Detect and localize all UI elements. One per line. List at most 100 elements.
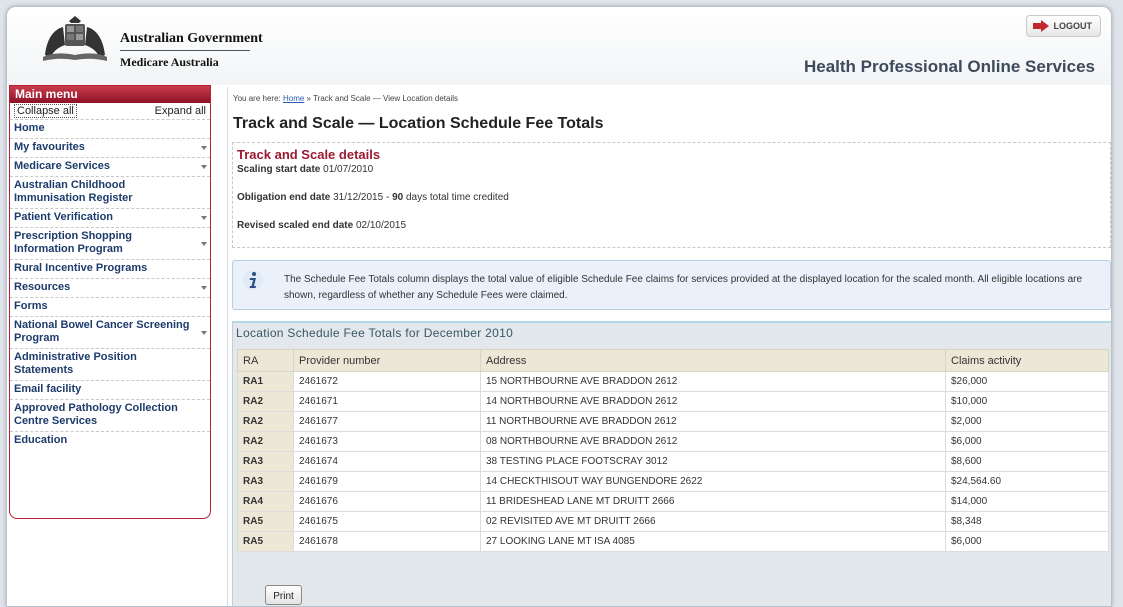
cell-provider-number: 2461677 bbox=[293, 411, 481, 432]
menu-item-label: National Bowel Cancer Screening Program bbox=[14, 319, 190, 344]
info-text: The Schedule Fee Totals column displays … bbox=[284, 274, 1083, 301]
menu-item-my-favourites[interactable]: My favourites bbox=[10, 139, 210, 158]
obligation-end-value: 31/12/2015 - bbox=[333, 192, 390, 203]
cell-ra: RA2 bbox=[237, 411, 294, 432]
credited-days: 90 bbox=[392, 192, 404, 203]
cell-claims-activity: $6,000 bbox=[945, 531, 1109, 552]
chevron-down-icon bbox=[201, 330, 207, 335]
credited-days-suffix: days total time credited bbox=[405, 192, 509, 203]
menu-item-acir[interactable]: Australian Childhood Immunisation Regist… bbox=[10, 177, 210, 209]
cell-address: 02 REVISITED AVE MT DRUITT 2666 bbox=[480, 511, 946, 532]
chevron-down-icon bbox=[201, 241, 207, 246]
totals-title: Location Schedule Fee Totals for Decembe… bbox=[236, 326, 514, 340]
coat-of-arms-logo bbox=[43, 16, 107, 61]
menu-item-prescription-shopping[interactable]: Prescription Shopping Information Progra… bbox=[10, 228, 210, 260]
menu-expand-controls: Collapse all Expand all bbox=[10, 103, 210, 120]
government-name: Australian Government bbox=[120, 31, 263, 46]
obligation-end-date: Obligation end date 31/12/2015 - 90 days… bbox=[237, 192, 509, 203]
menu-item-label: Forms bbox=[14, 300, 48, 312]
cell-provider-number: 2461672 bbox=[293, 371, 481, 392]
menu-item-education[interactable]: Education bbox=[10, 432, 210, 450]
cell-address: 14 NORTHBOURNE AVE BRADDON 2612 bbox=[480, 391, 946, 412]
menu-item-label: Patient Verification bbox=[14, 211, 114, 223]
cell-address: 38 TESTING PLACE FOOTSCRAY 3012 bbox=[480, 451, 946, 472]
cell-address: 11 BRIDESHEAD LANE MT DRUITT 2666 bbox=[480, 491, 946, 512]
browser-page-frame: Australian Government Medicare Australia… bbox=[6, 6, 1112, 607]
menu-item-label: Education bbox=[14, 434, 68, 446]
cell-claims-activity: $8,600 bbox=[945, 451, 1109, 472]
menu-item-pathology-collection[interactable]: Approved Pathology Collection Centre Ser… bbox=[10, 400, 210, 432]
menu-item-label: Rural Incentive Programs bbox=[14, 262, 148, 274]
menu-item-label: Medicare Services bbox=[14, 160, 111, 172]
revised-end-label: Revised scaled end date bbox=[237, 220, 354, 231]
portal-title: Health Professional Online Services bbox=[803, 57, 1095, 76]
logout-button[interactable]: LOGOUT bbox=[1025, 15, 1101, 37]
cell-provider-number: 2461679 bbox=[293, 471, 481, 492]
obligation-end-label: Obligation end date bbox=[237, 192, 331, 203]
details-heading: Track and Scale details bbox=[237, 147, 381, 162]
cell-claims-activity: $14,000 bbox=[945, 491, 1109, 512]
table-row: RA1 2461672 15 NORTHBOURNE AVE BRADDON 261… bbox=[237, 371, 1109, 392]
column-header-provider-number: Provider number bbox=[293, 349, 481, 372]
menu-item-label: Approved Pathology Collection Centre Ser… bbox=[14, 402, 178, 427]
menu-item-resources[interactable]: Resources bbox=[10, 279, 210, 298]
column-header-claims-activity: Claims activity bbox=[945, 349, 1109, 372]
menu-item-bowel-cancer-screening[interactable]: National Bowel Cancer Screening Program bbox=[10, 317, 210, 349]
location-totals-panel: Location Schedule Fee Totals for Decembe… bbox=[232, 321, 1111, 606]
collapse-all-link[interactable]: Collapse all bbox=[14, 104, 77, 118]
cell-claims-activity: $24,564.60 bbox=[945, 471, 1109, 492]
revised-end-value: 02/10/2015 bbox=[355, 220, 407, 231]
cell-address: 08 NORTHBOURNE AVE BRADDON 2612 bbox=[480, 431, 946, 452]
cell-provider-number: 2461674 bbox=[293, 451, 481, 472]
table-row: RA5 2461678 27 LOOKING LANE MT ISA 4085 $6,… bbox=[237, 531, 1109, 552]
scaling-start-label: Scaling start date bbox=[237, 164, 321, 175]
site-header: Australian Government Medicare Australia… bbox=[7, 7, 1111, 85]
menu-item-label: Home bbox=[14, 122, 45, 134]
menu-item-rural-incentive[interactable]: Rural Incentive Programs bbox=[10, 260, 210, 279]
cell-address: 14 CHECKTHISOUT WAY BUNGENDORE 2622 bbox=[480, 471, 946, 492]
menu-item-home[interactable]: Home bbox=[10, 120, 210, 139]
menu-item-email-facility[interactable]: Email facility bbox=[10, 381, 210, 400]
scaling-start-date: Scaling start date 01/07/2010 bbox=[237, 164, 373, 175]
menu-item-label: Email facility bbox=[14, 383, 82, 395]
menu-item-patient-verification[interactable]: Patient Verification bbox=[10, 209, 210, 228]
cell-ra: RA4 bbox=[237, 491, 294, 512]
cell-claims-activity: $26,000 bbox=[945, 371, 1109, 392]
expand-all-link[interactable]: Expand all bbox=[155, 105, 206, 117]
chevron-down-icon bbox=[201, 286, 207, 290]
table-row: RA4 2461676 11 BRIDESHEAD LANE MT DRUITT 2… bbox=[237, 491, 1109, 512]
table-row: RA2 2461673 08 NORTHBOURNE AVE BRADDON 261… bbox=[237, 431, 1109, 452]
table-row: RA3 2461674 38 TESTING PLACE FOOTSCRAY 301… bbox=[237, 451, 1109, 472]
breadcrumb: You are here: Home » Track and Scale — V… bbox=[233, 94, 458, 103]
cell-ra: RA5 bbox=[237, 511, 294, 532]
cell-claims-activity: $6,000 bbox=[945, 431, 1109, 452]
cell-ra: RA3 bbox=[237, 471, 294, 492]
cell-ra: RA2 bbox=[237, 391, 294, 412]
cell-claims-activity: $10,000 bbox=[945, 391, 1109, 412]
column-header-ra: RA bbox=[237, 349, 294, 372]
cell-ra: RA1 bbox=[237, 371, 294, 392]
main-content: You are here: Home » Track and Scale — V… bbox=[227, 87, 1111, 606]
menu-item-forms[interactable]: Forms bbox=[10, 298, 210, 317]
cell-provider-number: 2461675 bbox=[293, 511, 481, 532]
location-totals-table: RA Provider number Address Claims activi… bbox=[237, 349, 1109, 552]
menu-item-medicare-services[interactable]: Medicare Services bbox=[10, 158, 210, 177]
totals-table-wrapper: RA Provider number Address Claims activi… bbox=[237, 349, 1109, 552]
cell-address: 11 NORTHBOURNE AVE BRADDON 2612 bbox=[480, 411, 946, 432]
menu-item-admin-position-statements[interactable]: Administrative Position Statements bbox=[10, 349, 210, 381]
main-menu: Main menu Collapse all Expand all Home M… bbox=[9, 85, 211, 519]
chevron-down-icon bbox=[201, 165, 207, 169]
table-row: RA2 2461671 14 NORTHBOURNE AVE BRADDON 261… bbox=[237, 391, 1109, 412]
cell-ra: RA5 bbox=[237, 531, 294, 552]
chevron-down-icon bbox=[201, 216, 207, 220]
table-header-row: RA Provider number Address Claims activi… bbox=[237, 349, 1109, 372]
cell-provider-number: 2461671 bbox=[293, 391, 481, 412]
print-button[interactable]: Print bbox=[265, 585, 302, 605]
cell-provider-number: 2461678 bbox=[293, 531, 481, 552]
cell-provider-number: 2461673 bbox=[293, 431, 481, 452]
breadcrumb-home-link[interactable]: Home bbox=[283, 94, 304, 103]
cell-claims-activity: $2,000 bbox=[945, 411, 1109, 432]
arrow-right-icon bbox=[1032, 20, 1049, 32]
chevron-down-icon bbox=[201, 146, 207, 150]
table-row: RA3 2461679 14 CHECKTHISOUT WAY BUNGENDORE… bbox=[237, 471, 1109, 492]
